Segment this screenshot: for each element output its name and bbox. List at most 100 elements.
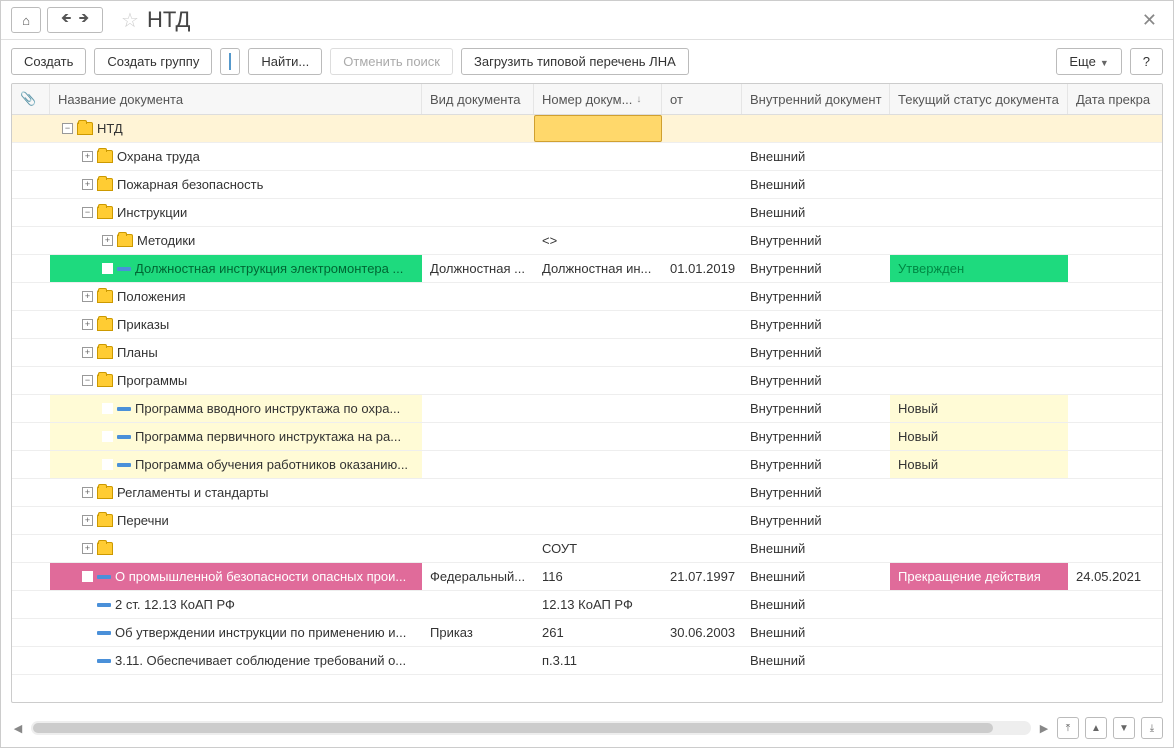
expand-toggle[interactable]: + bbox=[82, 543, 93, 554]
expand-toggle[interactable]: − bbox=[82, 207, 93, 218]
more-button[interactable]: Еще▼ bbox=[1056, 48, 1121, 75]
expand-toggle[interactable]: + bbox=[82, 515, 93, 526]
tree-doc-row[interactable]: 2 ст. 12.13 КоАП РФ12.13 КоАП РФВнешний bbox=[12, 591, 1162, 619]
create-button[interactable]: Создать bbox=[11, 48, 86, 75]
cell-name[interactable]: −НТД bbox=[50, 115, 422, 142]
load-list-button[interactable]: Загрузить типовой перечень ЛНА bbox=[461, 48, 689, 75]
tree-doc-row[interactable]: Программа первичного инструктажа на ра..… bbox=[12, 423, 1162, 451]
cell-end bbox=[1068, 255, 1162, 282]
expand-toggle[interactable]: − bbox=[82, 375, 93, 386]
cell-name[interactable]: Об утверждении инструкции по применению … bbox=[50, 619, 422, 646]
col-attachment[interactable]: 📎 bbox=[12, 84, 50, 114]
cell-name[interactable]: −Программы bbox=[50, 367, 422, 394]
find-button[interactable]: Найти... bbox=[248, 48, 322, 75]
tree-doc-row[interactable]: 3.11. Обеспечивает соблюдение требований… bbox=[12, 647, 1162, 675]
tree-folder-row[interactable]: +Методики<>Внутренний bbox=[12, 227, 1162, 255]
cell-end bbox=[1068, 367, 1162, 394]
add-doc-button[interactable] bbox=[220, 48, 240, 75]
col-internal-doc[interactable]: Внутренний документ bbox=[742, 84, 890, 114]
back-forward-button[interactable]: 🡸 🡺 bbox=[47, 7, 103, 33]
expand-toggle[interactable]: + bbox=[102, 235, 113, 246]
cell-date bbox=[662, 423, 742, 450]
cell-name[interactable]: +Перечни bbox=[50, 507, 422, 534]
expand-toggle[interactable]: + bbox=[82, 347, 93, 358]
tree-doc-row[interactable]: О промышленной безопасности опасных прои… bbox=[12, 563, 1162, 591]
first-page-button[interactable]: ⤒ bbox=[1057, 717, 1079, 739]
tree-folder-row[interactable]: +Положения Внутренний bbox=[12, 283, 1162, 311]
last-page-button[interactable]: ⤓ bbox=[1141, 717, 1163, 739]
tree-doc-row[interactable]: Об утверждении инструкции по применению … bbox=[12, 619, 1162, 647]
cell-end bbox=[1068, 227, 1162, 254]
horizontal-scrollbar[interactable] bbox=[31, 721, 1031, 735]
doc-icon bbox=[97, 659, 111, 663]
cell-name[interactable]: Должностная инструкция электромонтера ..… bbox=[50, 255, 422, 282]
cell-name[interactable]: +Положения bbox=[50, 283, 422, 310]
cell-name[interactable]: +Пожарная безопасность bbox=[50, 171, 422, 198]
tree-folder-row[interactable]: +ПриказыВнутренний bbox=[12, 311, 1162, 339]
cell-name[interactable]: +Регламенты и стандарты bbox=[50, 479, 422, 506]
tree-folder-row[interactable]: −ИнструкцииВнешний bbox=[12, 199, 1162, 227]
expand-toggle[interactable]: + bbox=[82, 151, 93, 162]
cell-name[interactable]: 2 ст. 12.13 КоАП РФ bbox=[50, 591, 422, 618]
expand-toggle[interactable]: + bbox=[82, 319, 93, 330]
col-type[interactable]: Вид документа bbox=[422, 84, 534, 114]
cell-name[interactable]: + bbox=[50, 535, 422, 562]
cell-name[interactable]: Программа первичного инструктажа на ра..… bbox=[50, 423, 422, 450]
tree-folder-row[interactable]: +Пожарная безопасностьВнешний bbox=[12, 171, 1162, 199]
grid-body[interactable]: −НТД+Охрана трудаВнешний+Пожарная безопа… bbox=[12, 115, 1162, 702]
next-page-button[interactable]: ▼ bbox=[1113, 717, 1135, 739]
scroll-right-icon[interactable]: ▶ bbox=[1037, 722, 1051, 735]
tree-folder-row[interactable]: −ПрограммыВнутренний bbox=[12, 367, 1162, 395]
cell-date bbox=[662, 339, 742, 366]
folder-icon bbox=[97, 374, 113, 387]
expand-toggle[interactable]: + bbox=[82, 291, 93, 302]
col-number[interactable]: Номер докум...↓ bbox=[534, 84, 662, 114]
col-end-date[interactable]: Дата прекра bbox=[1068, 84, 1162, 114]
cell-type bbox=[422, 423, 534, 450]
help-button[interactable]: ? bbox=[1130, 48, 1163, 75]
cell-doc: Внутренний bbox=[742, 283, 890, 310]
tree-folder-row[interactable]: +ПланыВнутренний bbox=[12, 339, 1162, 367]
tree-doc-row[interactable]: Программа вводного инструктажа по охра..… bbox=[12, 395, 1162, 423]
row-label: Методики bbox=[137, 233, 195, 248]
cell-end bbox=[1068, 535, 1162, 562]
prev-page-button[interactable]: ▲ bbox=[1085, 717, 1107, 739]
cell-type bbox=[422, 199, 534, 226]
favorite-star-icon[interactable]: ☆ bbox=[121, 8, 139, 33]
cell-name[interactable]: +Приказы bbox=[50, 311, 422, 338]
scroll-left-icon[interactable]: ◀ bbox=[11, 722, 25, 735]
cell-date bbox=[662, 591, 742, 618]
cell-number: п.3.11 bbox=[534, 647, 662, 674]
cell-name[interactable]: О промышленной безопасности опасных прои… bbox=[50, 563, 422, 590]
cell-status bbox=[890, 619, 1068, 646]
cell-doc: Внутренний bbox=[742, 423, 890, 450]
cell-name[interactable]: Программа вводного инструктажа по охра..… bbox=[50, 395, 422, 422]
col-name[interactable]: Название документа bbox=[50, 84, 422, 114]
cell-date bbox=[662, 199, 742, 226]
expand-spacer bbox=[102, 403, 113, 414]
tree-doc-row[interactable]: Программа обучения работников оказанию..… bbox=[12, 451, 1162, 479]
expand-toggle[interactable]: − bbox=[62, 123, 73, 134]
cell-name[interactable]: +Охрана труда bbox=[50, 143, 422, 170]
cell-name[interactable]: 3.11. Обеспечивает соблюдение требований… bbox=[50, 647, 422, 674]
cell-name[interactable]: −Инструкции bbox=[50, 199, 422, 226]
col-status[interactable]: Текущий статус документа bbox=[890, 84, 1068, 114]
row-label: Об утверждении инструкции по применению … bbox=[115, 625, 406, 640]
expand-toggle[interactable]: + bbox=[82, 487, 93, 498]
cell-date bbox=[662, 479, 742, 506]
cell-name[interactable]: + Методики bbox=[50, 227, 422, 254]
tree-folder-row[interactable]: +ПеречниВнутренний bbox=[12, 507, 1162, 535]
col-date[interactable]: от bbox=[662, 84, 742, 114]
cell-name[interactable]: +Планы bbox=[50, 339, 422, 366]
close-button[interactable]: ✕ bbox=[1136, 10, 1163, 31]
tree-doc-row[interactable]: Должностная инструкция электромонтера ..… bbox=[12, 255, 1162, 283]
tree-folder-row[interactable]: +Регламенты и стандартыВнутренний bbox=[12, 479, 1162, 507]
cell-name[interactable]: Программа обучения работников оказанию..… bbox=[50, 451, 422, 478]
expand-toggle[interactable]: + bbox=[82, 179, 93, 190]
create-group-button[interactable]: Создать группу bbox=[94, 48, 212, 75]
scrollbar-thumb[interactable] bbox=[33, 723, 993, 733]
tree-folder-row[interactable]: −НТД bbox=[12, 115, 1162, 143]
home-button[interactable]: ⌂ bbox=[11, 7, 41, 33]
tree-folder-row[interactable]: +Охрана трудаВнешний bbox=[12, 143, 1162, 171]
tree-folder-row[interactable]: +СОУТВнешний bbox=[12, 535, 1162, 563]
